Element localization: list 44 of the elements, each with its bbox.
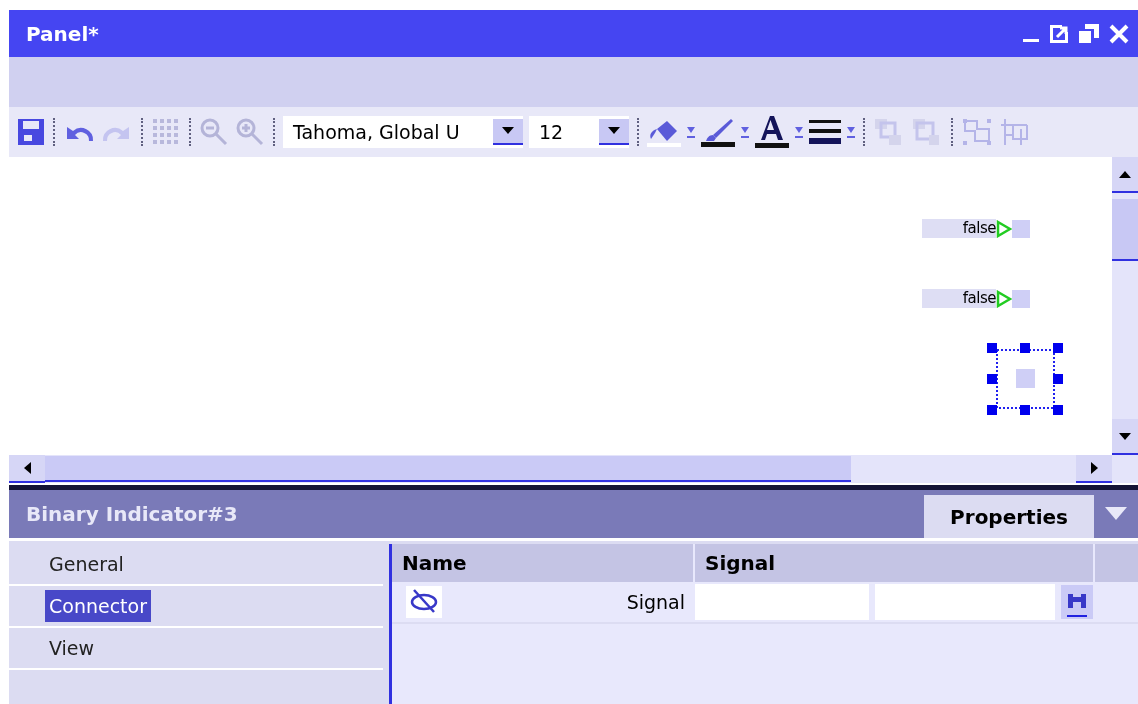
scroll-right-button[interactable] [1076,455,1112,483]
binoculars-icon[interactable] [1061,585,1093,619]
indicator-square [1012,219,1030,238]
column-header[interactable]: Name [392,544,695,582]
brush-icon[interactable] [701,117,735,147]
selection-frame[interactable] [987,343,1063,415]
scroll-left-button[interactable] [9,455,45,483]
row-name: Signal [625,591,686,613]
indicator-value: false [922,289,996,308]
line-style-icon[interactable] [809,118,841,146]
hidden-eye-icon[interactable] [406,586,442,618]
save-icon[interactable] [17,118,45,146]
caret-icon[interactable] [608,127,620,135]
caret-icon[interactable] [502,127,514,135]
caret-right-icon[interactable] [1090,462,1098,474]
nav-item[interactable]: View [45,632,99,664]
dropdown-arrow-icon[interactable] [795,125,803,139]
caret-down-icon[interactable] [1119,432,1131,440]
play-arrow-icon [996,289,1012,308]
indicator-square [1012,289,1030,308]
column-header[interactable]: Signal [695,544,1095,582]
nav-item[interactable]: Connector [45,590,151,622]
scrollbar-thumb[interactable] [1112,199,1138,261]
font-size-dropdown[interactable]: 12 [529,116,629,148]
caret-up-icon[interactable] [1119,170,1131,178]
play-arrow-icon [996,219,1012,238]
nav-item[interactable]: General [45,548,128,580]
dropdown-arrow-icon[interactable] [847,125,855,139]
dropdown-arrow-icon[interactable] [687,125,695,139]
window-title: Panel* [26,21,100,46]
caret-left-icon[interactable] [23,462,31,474]
restore-icon[interactable] [1078,22,1100,45]
font-color-icon[interactable] [755,116,789,148]
scrollbar-thumb[interactable] [45,456,851,482]
close-icon[interactable] [1108,22,1130,45]
dropdown-arrow-icon[interactable] [741,125,749,139]
external-window-icon[interactable] [1048,22,1070,45]
scroll-down-button[interactable] [1112,419,1138,455]
indicator-value: false [922,219,996,238]
collapse-arrow-icon[interactable] [1105,507,1127,521]
scroll-up-button[interactable] [1112,157,1138,193]
properties-tab[interactable]: Properties [924,495,1094,538]
font-dropdown[interactable]: Tahoma, Global U [283,116,523,148]
panel-title: Binary Indicator#3 [25,502,239,526]
